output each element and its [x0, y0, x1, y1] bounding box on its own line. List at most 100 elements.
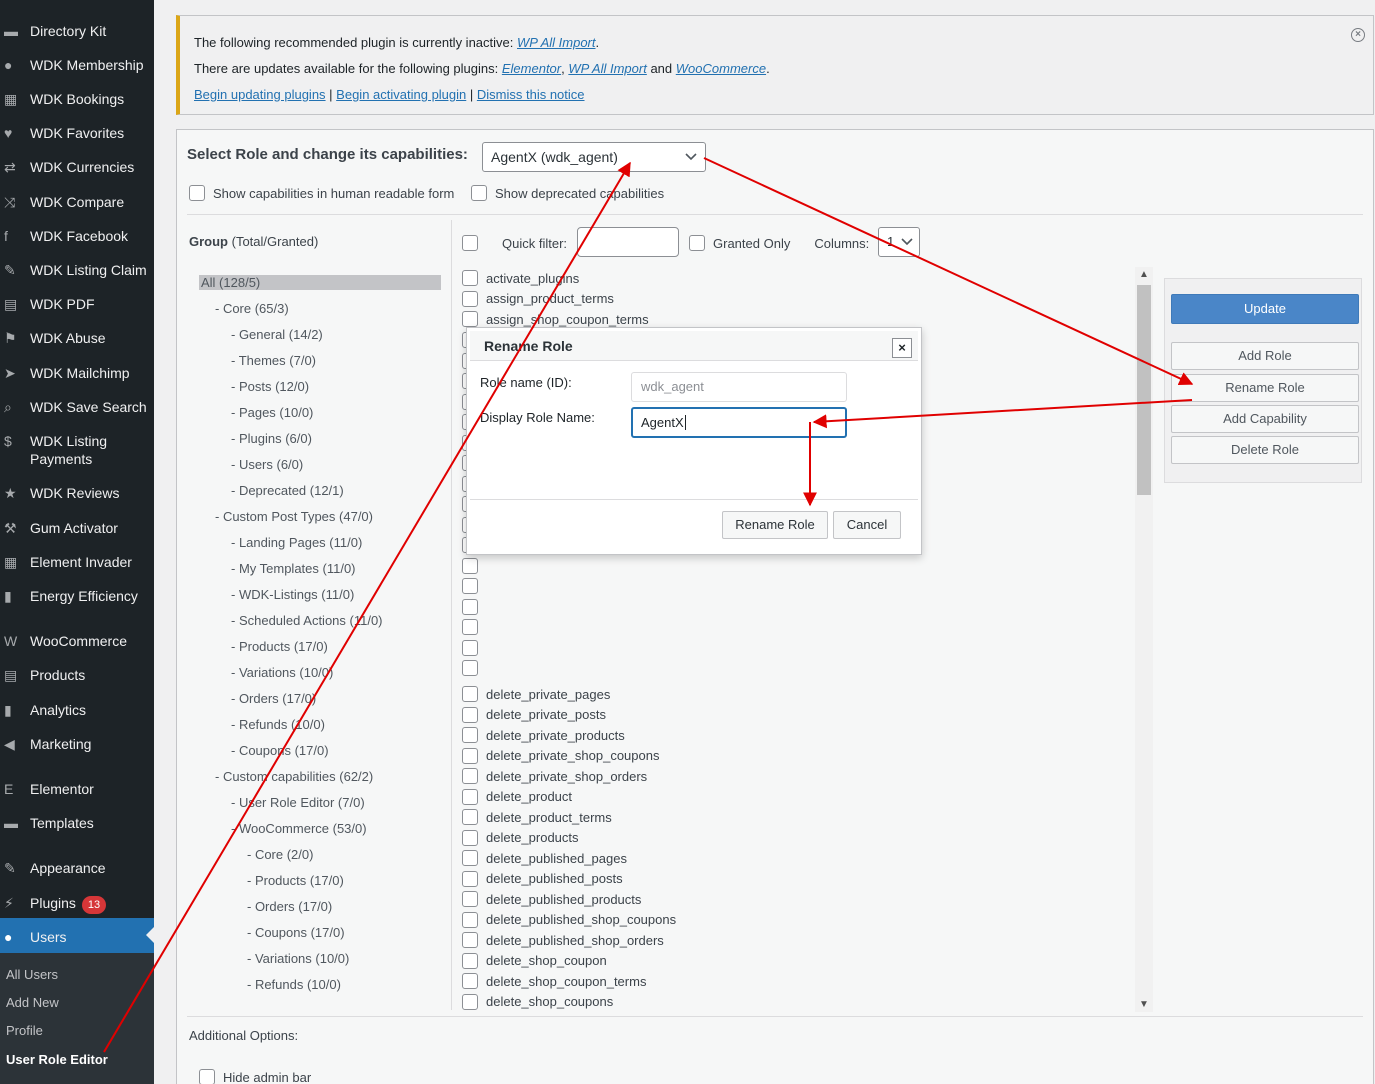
group-item[interactable]: - Products (17/0) — [247, 873, 344, 888]
human-readable-checkbox[interactable] — [189, 185, 205, 201]
add-capability-button[interactable]: Add Capability — [1171, 405, 1359, 433]
capability-checkbox[interactable] — [462, 311, 478, 327]
menu-item-wdk-abuse[interactable]: ⚑ WDK Abuse — [0, 329, 154, 347]
group-item[interactable]: - Products (17/0) — [231, 639, 328, 654]
begin-updating-link[interactable]: Begin updating plugins — [194, 87, 326, 102]
scroll-up-icon[interactable]: ▲ — [1139, 269, 1149, 280]
group-item[interactable]: - Refunds (10/0) — [247, 977, 341, 992]
quick-filter-input[interactable] — [577, 227, 679, 257]
capability-checkbox[interactable] — [462, 747, 478, 764]
begin-activating-link[interactable]: Begin activating plugin — [336, 87, 466, 102]
menu-item-analytics[interactable]: ▮ Analytics — [0, 701, 154, 719]
capability-checkbox[interactable] — [462, 932, 478, 948]
rename-role-submit-button[interactable]: Rename Role — [722, 511, 828, 539]
group-item[interactable]: - Users (6/0) — [231, 457, 303, 472]
menu-item-wdk-reviews[interactable]: ★ WDK Reviews — [0, 484, 154, 502]
menu-item-woocommerce[interactable]: W WooCommerce — [0, 632, 154, 650]
menu-item-wdk-membership[interactable]: ● WDK Membership — [0, 56, 154, 74]
menu-item-wdk-favorites[interactable]: ♥ WDK Favorites — [0, 124, 154, 142]
capability-checkbox[interactable] — [462, 891, 478, 907]
deprecated-checkbox[interactable] — [471, 185, 487, 201]
capability-checkbox[interactable] — [462, 599, 478, 615]
display-name-input[interactable]: AgentX — [631, 407, 847, 438]
add-role-button[interactable]: Add Role — [1171, 342, 1359, 370]
menu-item-directory-kit[interactable]: ▬ Directory Kit — [0, 22, 154, 40]
caps-scrollbar[interactable]: ▲ ▼ — [1135, 267, 1153, 1012]
capability-checkbox[interactable] — [462, 558, 478, 574]
capability-checkbox[interactable] — [462, 911, 478, 928]
group-item[interactable]: - WDK-Listings (11/0) — [231, 587, 354, 602]
group-item[interactable]: - Custom capabilities (62/2) — [215, 769, 373, 784]
menu-item-wdk-currencies[interactable]: ⇄ WDK Currencies — [0, 158, 154, 176]
group-item[interactable]: - Themes (7/0) — [231, 353, 316, 368]
menu-item-wdk-bookings[interactable]: ▦ WDK Bookings — [0, 90, 154, 108]
capability-checkbox[interactable] — [462, 660, 478, 676]
group-item[interactable]: - User Role Editor (7/0) — [231, 795, 365, 810]
close-icon[interactable]: × — [1351, 28, 1365, 42]
dismiss-notice-link[interactable]: Dismiss this notice — [477, 87, 585, 102]
menu-item-templates[interactable]: ▬ Templates — [0, 814, 154, 832]
group-item[interactable]: - General (14/2) — [231, 327, 323, 342]
group-item[interactable]: - Landing Pages (11/0) — [231, 535, 362, 550]
capability-checkbox[interactable] — [462, 578, 478, 594]
capability-checkbox[interactable] — [462, 952, 478, 969]
capability-checkbox[interactable] — [462, 850, 478, 866]
wp-all-import-link[interactable]: WP All Import — [517, 35, 596, 50]
capability-checkbox[interactable] — [462, 973, 478, 989]
menu-item-plugins[interactable]: ⚡ Plugins 13 — [0, 894, 154, 914]
menu-item-gum-activator[interactable]: ⚒ Gum Activator — [0, 519, 154, 537]
submenu-user-role-editor[interactable]: User Role Editor — [6, 1052, 108, 1067]
rename-role-button[interactable]: Rename Role — [1171, 374, 1359, 402]
group-item[interactable]: - Core (2/0) — [247, 847, 313, 862]
group-item[interactable]: - Deprecated (12/1) — [231, 483, 344, 498]
menu-item-elementor[interactable]: E Elementor — [0, 780, 154, 798]
woocommerce-link[interactable]: WooCommerce — [676, 61, 766, 76]
update-button[interactable]: Update — [1171, 294, 1359, 324]
menu-item-wdk-compare[interactable]: ⤨ WDK Compare — [0, 193, 154, 211]
menu-item-element-invader[interactable]: ▦ Element Invader — [0, 553, 154, 571]
capability-checkbox[interactable] — [462, 706, 478, 723]
close-icon[interactable]: × — [892, 338, 912, 358]
menu-item-wdk-mailchimp[interactable]: ➤ WDK Mailchimp — [0, 364, 154, 382]
group-item[interactable]: - Scheduled Actions (11/0) — [231, 613, 383, 628]
submenu-add-new[interactable]: Add New — [6, 995, 59, 1010]
columns-select[interactable]: 1 — [878, 227, 920, 257]
capability-checkbox[interactable] — [462, 270, 478, 286]
capability-checkbox[interactable] — [462, 829, 478, 846]
capability-checkbox[interactable] — [462, 290, 478, 307]
capability-checkbox[interactable] — [462, 870, 478, 887]
group-item[interactable]: - Coupons (17/0) — [231, 743, 329, 758]
select-all-checkbox[interactable] — [462, 235, 478, 251]
menu-item-wdk-listing-payments[interactable]: $ WDK Listing Payments — [0, 432, 154, 468]
capability-checkbox[interactable] — [462, 768, 478, 784]
scroll-thumb[interactable] — [1137, 285, 1151, 495]
capability-checkbox[interactable] — [462, 640, 478, 656]
group-item[interactable]: - Orders (17/0) — [247, 899, 332, 914]
submenu-profile[interactable]: Profile — [6, 1023, 43, 1038]
menu-item-marketing[interactable]: ◀ Marketing — [0, 735, 154, 753]
group-item[interactable]: - Posts (12/0) — [231, 379, 309, 394]
capability-checkbox[interactable] — [462, 993, 478, 1010]
group-item[interactable]: - Coupons (17/0) — [247, 925, 345, 940]
role-id-input[interactable]: wdk_agent — [631, 372, 847, 402]
submenu-all-users[interactable]: All Users — [6, 967, 58, 982]
menu-item-products[interactable]: ▤ Products — [0, 666, 154, 684]
group-item[interactable]: - Variations (10/0) — [231, 665, 333, 680]
menu-item-wdk-pdf[interactable]: ▤ WDK PDF — [0, 295, 154, 313]
menu-item-wdk-save-search[interactable]: ⌕ WDK Save Search — [0, 398, 154, 416]
elementor-link[interactable]: Elementor — [502, 61, 561, 76]
hide-admin-bar-checkbox[interactable] — [199, 1069, 215, 1084]
wp-all-import-update-link[interactable]: WP All Import — [568, 61, 647, 76]
group-item[interactable]: - WooCommerce (53/0) — [231, 821, 367, 836]
group-item[interactable]: - Custom Post Types (47/0) — [215, 509, 373, 524]
menu-item-wdk-facebook[interactable]: f WDK Facebook — [0, 227, 154, 245]
role-select[interactable]: AgentX (wdk_agent) — [482, 142, 706, 172]
capability-checkbox[interactable] — [462, 809, 478, 825]
group-item[interactable]: All (128/5) — [199, 275, 441, 290]
capability-checkbox[interactable] — [462, 788, 478, 805]
delete-role-button[interactable]: Delete Role — [1171, 436, 1359, 464]
menu-item-users[interactable]: ● Users — [0, 928, 154, 946]
group-item[interactable]: - Variations (10/0) — [247, 951, 349, 966]
menu-item-wdk-listing-claim[interactable]: ✎ WDK Listing Claim — [0, 261, 154, 279]
group-item[interactable]: - Orders (17/0) — [231, 691, 316, 706]
